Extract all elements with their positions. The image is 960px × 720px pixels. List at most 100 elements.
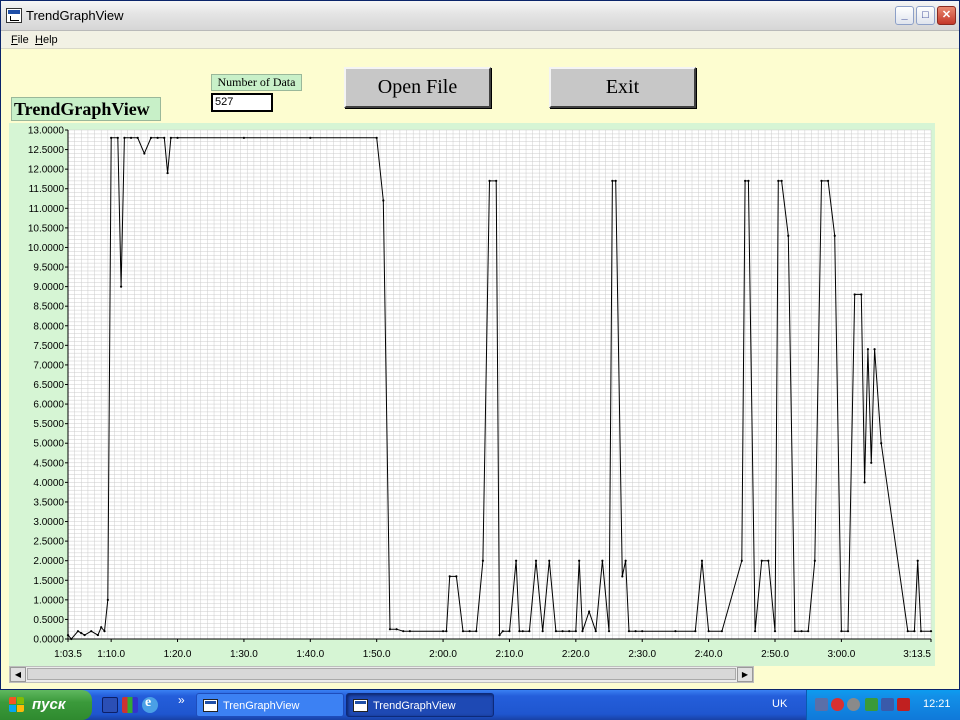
app-window: TrendGraphView _ □ ✕ File Help Number of… <box>0 0 960 690</box>
data-point <box>554 630 558 633</box>
data-point <box>166 171 169 175</box>
quicklaunch-books-icon[interactable] <box>122 697 138 713</box>
y-tick-label: 4.0000 <box>33 478 64 489</box>
data-point <box>129 136 133 139</box>
y-tick-label: 9.5000 <box>33 263 64 274</box>
maximize-button[interactable]: □ <box>916 6 935 25</box>
network-icon[interactable] <box>815 698 828 711</box>
data-point <box>929 630 933 633</box>
data-point <box>906 630 909 633</box>
data-point <box>395 628 398 631</box>
data-point <box>787 234 790 237</box>
scroll-right-button[interactable]: ▶ <box>737 667 753 682</box>
app-icon[interactable] <box>6 8 22 23</box>
data-point <box>528 630 531 633</box>
menu-file[interactable]: File <box>11 34 29 46</box>
data-point <box>601 559 604 562</box>
data-point <box>541 630 544 633</box>
taskbar-item-1[interactable]: TrenGraphView <box>196 693 344 717</box>
data-point <box>106 598 109 601</box>
y-tick-label: 1.5000 <box>33 576 64 587</box>
title-bar[interactable]: TrendGraphView _ □ ✕ <box>1 1 959 31</box>
scroll-thumb[interactable] <box>27 668 736 680</box>
data-point <box>80 632 83 635</box>
x-tick-label: 3:13.5 <box>903 649 931 660</box>
y-tick-label: 11.5000 <box>29 184 65 195</box>
data-point <box>136 136 139 139</box>
system-tray: 12:21 <box>806 690 960 720</box>
y-tick-label: 9.0000 <box>33 282 64 293</box>
data-point <box>309 136 312 139</box>
plot-panel: 0.0000 0.5000 1.0000 1.5000 2.0000 2.5000 3.00… <box>9 123 935 666</box>
data-point <box>641 630 644 633</box>
data-point <box>916 559 919 562</box>
security-icon[interactable] <box>831 698 844 711</box>
data-point <box>495 179 498 182</box>
data-point <box>514 559 518 562</box>
quicklaunch-save-icon[interactable] <box>102 697 118 713</box>
data-point <box>873 348 876 351</box>
data-point <box>694 630 697 633</box>
data-point <box>581 630 584 633</box>
data-point <box>76 630 80 633</box>
y-tick-label: 8.0000 <box>33 321 64 332</box>
data-point <box>624 559 627 562</box>
y-tick-label: 10.0000 <box>28 243 65 254</box>
data-point <box>508 630 511 633</box>
data-point <box>674 630 677 633</box>
data-point <box>461 630 465 633</box>
taskbar-item-2[interactable]: TrendGraphView <box>346 693 494 717</box>
start-label: пуск <box>32 696 66 713</box>
windows-logo-icon <box>9 697 26 713</box>
antivirus-icon[interactable] <box>897 698 910 711</box>
close-button[interactable]: ✕ <box>937 6 956 25</box>
taskbar-item-label: TrendGraphView <box>373 700 456 712</box>
horizontal-scrollbar[interactable]: ◀ ▶ <box>9 666 754 683</box>
data-point <box>468 630 471 633</box>
start-button[interactable]: пуск <box>0 690 92 720</box>
data-point <box>840 630 843 633</box>
language-indicator[interactable]: UK <box>772 698 787 710</box>
minimize-icon: _ <box>901 9 908 21</box>
data-point <box>813 559 816 562</box>
exit-button[interactable]: Exit <box>549 67 696 108</box>
chart-title: TrendGraphView <box>11 97 161 121</box>
data-point <box>578 559 581 562</box>
open-file-button[interactable]: Open File <box>344 67 491 108</box>
y-tick-label: 3.5000 <box>33 497 64 508</box>
data-point <box>408 630 411 633</box>
data-point <box>621 575 624 578</box>
number-of-data-field[interactable]: 527 <box>211 93 273 112</box>
data-point <box>607 630 611 633</box>
data-point <box>83 633 86 637</box>
y-tick-label: 6.0000 <box>33 400 64 411</box>
data-point <box>488 179 491 182</box>
x-tick-label: 1:03.5 <box>54 649 82 660</box>
data-point <box>123 136 126 139</box>
volume-icon[interactable] <box>865 698 878 711</box>
x-tick-label: 2:40.0 <box>695 649 723 660</box>
x-tick-label: 2:20.0 <box>562 649 590 660</box>
shield-icon[interactable] <box>847 698 860 711</box>
data-point <box>627 630 631 633</box>
arrow-right-icon: ▶ <box>741 670 749 679</box>
data-point <box>793 630 797 633</box>
data-point <box>913 630 916 633</box>
data-point <box>780 179 783 182</box>
data-point <box>753 630 757 633</box>
data-point <box>744 179 747 182</box>
y-tick-label: 12.0000 <box>28 165 65 176</box>
quicklaunch-more-button[interactable]: » <box>178 693 185 707</box>
y-tick-label: 13.0000 <box>28 126 65 137</box>
data-point <box>574 630 577 633</box>
menu-help[interactable]: Help <box>35 34 58 46</box>
app-window-icon <box>353 699 368 712</box>
usb-icon[interactable] <box>881 698 894 711</box>
data-point <box>501 630 504 633</box>
quicklaunch-browser-icon[interactable] <box>142 695 158 713</box>
data-point <box>588 610 591 613</box>
scroll-left-button[interactable]: ◀ <box>10 667 26 682</box>
y-tick-label: 0.5000 <box>33 615 64 626</box>
data-point <box>521 630 524 633</box>
minimize-button[interactable]: _ <box>895 6 914 25</box>
